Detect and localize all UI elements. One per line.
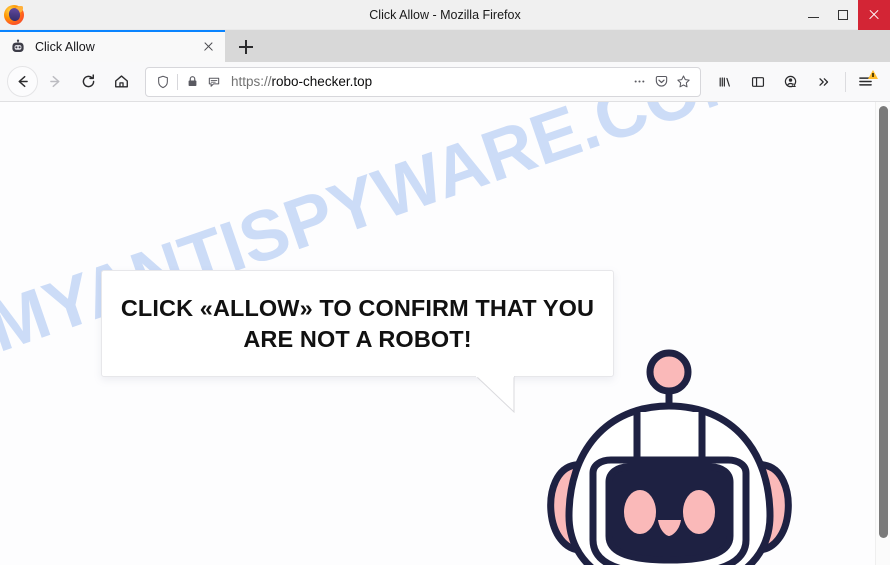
- page-surface: MYANTISPYWARE.COM CLICK «ALLOW» TO CONFI…: [0, 102, 875, 565]
- double-chevron-icon[interactable]: [808, 66, 839, 97]
- minimize-icon[interactable]: [798, 0, 828, 30]
- ellipsis-icon[interactable]: [628, 71, 650, 93]
- identity-divider: [177, 73, 178, 90]
- new-tab-button[interactable]: [229, 32, 263, 62]
- scrollbar-thumb[interactable]: [879, 106, 888, 538]
- robot-right-eye-icon: [683, 490, 715, 534]
- robot-antenna-icon: [646, 349, 692, 410]
- padlock-icon[interactable]: [181, 71, 203, 93]
- browser-tab[interactable]: Click Allow: [0, 30, 225, 62]
- sidebar-icon[interactable]: [742, 66, 773, 97]
- warning-triangle-icon: [868, 70, 878, 79]
- close-icon[interactable]: [858, 0, 890, 30]
- title-bar: Click Allow - Mozilla Firefox: [0, 0, 890, 30]
- star-icon[interactable]: [672, 71, 694, 93]
- tab-close-icon[interactable]: [199, 38, 217, 56]
- page-scrollbar[interactable]: [875, 102, 890, 565]
- speech-bubble: CLICK «ALLOW» TO CONFIRM THAT YOU ARE NO…: [101, 270, 614, 377]
- identity-box[interactable]: [152, 71, 225, 93]
- maximize-icon[interactable]: [828, 0, 858, 30]
- account-warning-icon[interactable]: [775, 66, 806, 97]
- pocket-icon[interactable]: [650, 71, 672, 93]
- hamburger-menu-icon[interactable]: [850, 66, 881, 97]
- robot-left-eye-icon: [624, 490, 656, 534]
- navigation-toolbar: https://robo-checker.top: [0, 62, 890, 102]
- speech-bubble-tail-icon: [476, 376, 515, 414]
- toolbar-separator: [845, 71, 846, 92]
- window-controls: [798, 0, 890, 30]
- tab-title: Click Allow: [35, 40, 95, 54]
- url-host: robo-checker.top: [271, 74, 373, 89]
- firefox-logo-icon: [3, 4, 25, 26]
- bubble-line-1: CLICK «ALLOW» TO CONFIRM THAT YOU: [120, 295, 595, 322]
- firefox-browser-window: Click Allow - Mozilla Firefox Click Allo…: [0, 0, 890, 565]
- notification-permission-icon[interactable]: [203, 71, 225, 93]
- url-scheme: https://: [231, 74, 272, 89]
- window-title: Click Allow - Mozilla Firefox: [369, 7, 521, 22]
- page-content-area: MYANTISPYWARE.COM CLICK «ALLOW» TO CONFI…: [0, 102, 890, 565]
- toolbar-right-group: [709, 66, 883, 97]
- robot-favicon-icon: [10, 39, 26, 55]
- bubble-message: CLICK «ALLOW» TO CONFIRM THAT YOU ARE NO…: [103, 293, 612, 353]
- back-arrow-icon[interactable]: [7, 66, 38, 97]
- bubble-line-2: ARE NOT A ROBOT!: [243, 325, 472, 352]
- library-icon[interactable]: [709, 66, 740, 97]
- home-icon[interactable]: [106, 66, 137, 97]
- forward-arrow-icon: [40, 66, 71, 97]
- reload-icon[interactable]: [73, 66, 104, 97]
- urlbar-actions: [628, 71, 694, 93]
- tracking-protection-shield-icon[interactable]: [152, 71, 174, 93]
- tab-bar: Click Allow: [0, 30, 890, 62]
- address-bar[interactable]: https://robo-checker.top: [145, 66, 701, 97]
- url-text[interactable]: https://robo-checker.top: [231, 74, 628, 89]
